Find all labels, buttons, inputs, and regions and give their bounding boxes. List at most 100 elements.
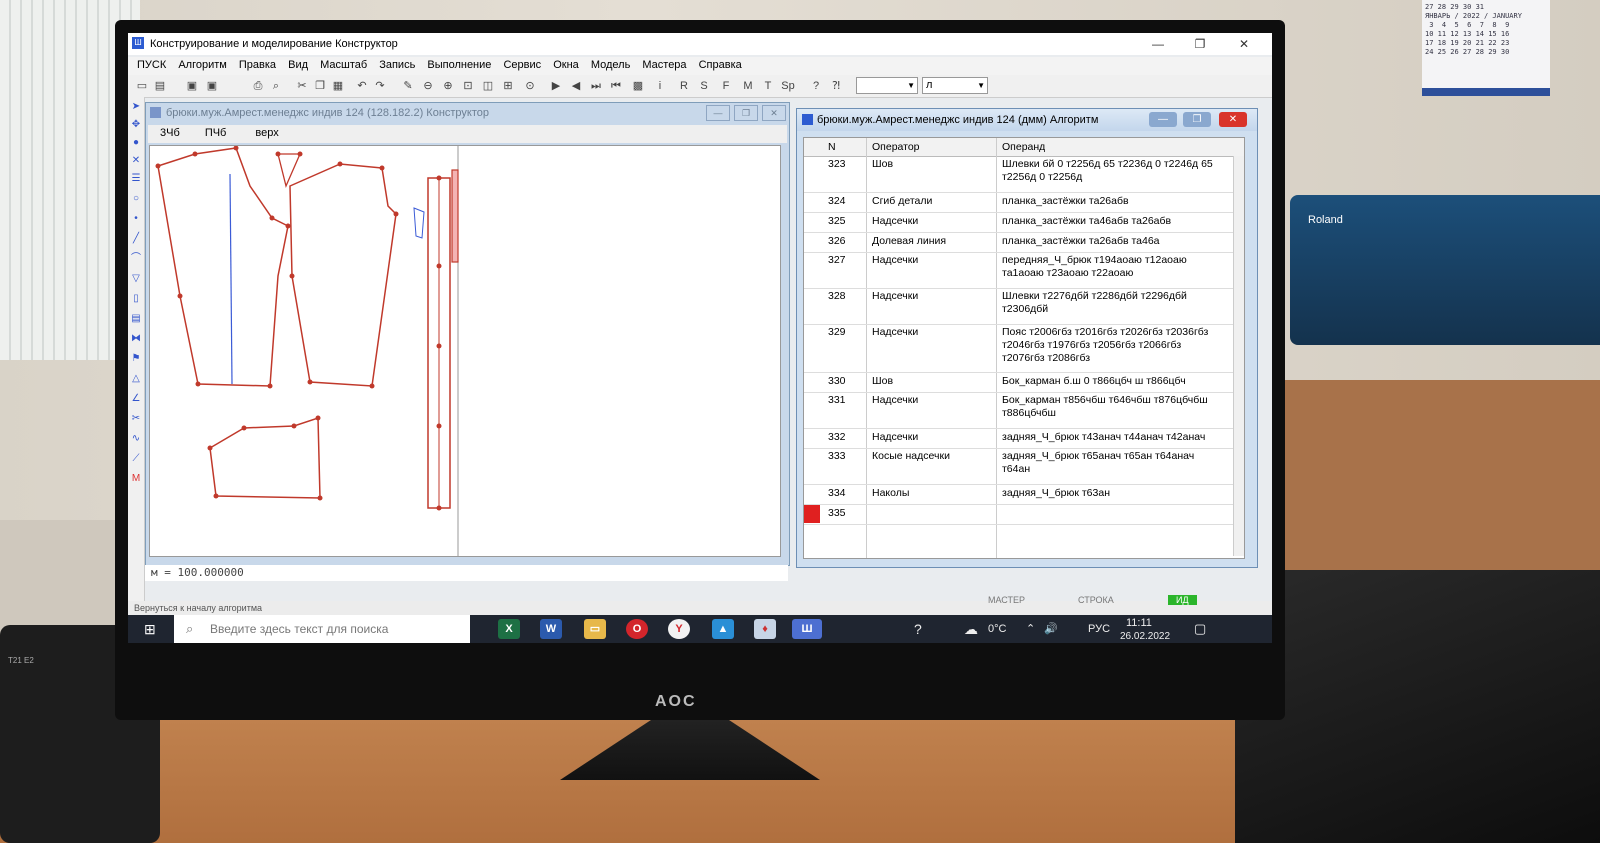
opera-icon[interactable]: O xyxy=(626,619,648,639)
help-icon[interactable]: ? xyxy=(914,615,922,643)
menu-start[interactable]: ПУСК xyxy=(137,59,166,71)
table-row[interactable]: 331 Надсечки Бок_карман т856чбш т646чбш … xyxy=(804,392,1234,429)
menu-wizards[interactable]: Мастера xyxy=(642,59,686,71)
minimize-button[interactable]: — xyxy=(706,105,730,121)
zoom-fit-icon[interactable]: ⊡ xyxy=(460,78,476,94)
tab-front[interactable]: 3Чб xyxy=(160,127,180,139)
table-row[interactable]: 329 Надсечки Пояс т2006гбз т2016гбз т202… xyxy=(804,324,1234,373)
menu-model[interactable]: Модель xyxy=(591,59,630,71)
sp-button[interactable]: Sp xyxy=(780,78,796,94)
notifications-icon[interactable]: ▢ xyxy=(1194,615,1206,643)
cad-app-icon[interactable]: Ш xyxy=(792,619,822,639)
help-icon[interactable]: ? xyxy=(808,78,824,94)
copy-icon[interactable]: ❐ xyxy=(312,78,328,94)
pencil-icon[interactable]: ✎ xyxy=(400,78,416,94)
table-row[interactable]: 323 Шов Шлевки бй 0 т2256д 65 т2236д 0 т… xyxy=(804,156,1234,193)
scissors-icon[interactable]: ✂ xyxy=(130,413,142,425)
menu-record[interactable]: Запись xyxy=(379,59,415,71)
minimize-button[interactable]: — xyxy=(1146,36,1170,52)
cross-icon[interactable]: ✕ xyxy=(130,155,142,167)
excel-icon[interactable]: X xyxy=(498,619,520,639)
curve-icon[interactable]: ∿ xyxy=(130,433,142,445)
table-row[interactable]: 330 Шов Бок_карман б.ш 0 т866цбч ш т866ц… xyxy=(804,372,1234,393)
t-button[interactable]: T xyxy=(760,78,776,94)
close-button[interactable]: ✕ xyxy=(1219,112,1247,127)
table-row[interactable]: 333 Косые надсечки задняя_Ч_брюк т65анач… xyxy=(804,448,1234,485)
maximize-button[interactable]: ❐ xyxy=(734,105,758,121)
menu-windows[interactable]: Окна xyxy=(553,59,579,71)
table-row[interactable]: 334 Наколы задняя_Ч_брюк т63ан xyxy=(804,484,1234,505)
paste-icon[interactable]: ▦ xyxy=(330,78,346,94)
photos-icon[interactable]: ▲ xyxy=(712,619,734,639)
go-to-start-icon[interactable]: ⏮ xyxy=(608,78,624,94)
save-icon[interactable]: ▣ xyxy=(184,78,200,94)
zoom-previous-icon[interactable]: ⊙ xyxy=(522,78,538,94)
redo-icon[interactable]: ↷ xyxy=(372,78,388,94)
print-preview-icon[interactable]: ⌕ xyxy=(268,78,284,94)
m-button[interactable]: M xyxy=(740,78,756,94)
zoom-in-icon[interactable]: ⊕ xyxy=(440,78,456,94)
model-icon[interactable]: ▩ xyxy=(630,78,646,94)
print-icon[interactable]: ⎙ xyxy=(250,78,266,94)
file-explorer-icon[interactable]: ▭ xyxy=(584,619,606,639)
table-row[interactable]: 328 Надсечки Шлевки т2276дбй т2286дбй т2… xyxy=(804,288,1234,325)
table-icon[interactable]: ▤ xyxy=(130,313,142,325)
select-icon[interactable]: ✥ xyxy=(130,119,142,131)
table-row[interactable]: 325 Надсечки планка_застёжки та46абв та2… xyxy=(804,212,1234,233)
triangle-icon[interactable]: △ xyxy=(130,373,142,385)
zoom-window-icon[interactable]: ◫ xyxy=(480,78,496,94)
s-button[interactable]: S xyxy=(696,78,712,94)
save-all-icon[interactable]: ▣ xyxy=(204,78,220,94)
combo-2[interactable]: л ▼ xyxy=(922,77,988,94)
r-button[interactable]: R xyxy=(676,78,692,94)
menu-view[interactable]: Вид xyxy=(288,59,308,71)
table-row[interactable]: 324 Сгиб детали планка_застёжки та26абв xyxy=(804,192,1234,213)
menu-edit[interactable]: Правка xyxy=(239,59,276,71)
mirror-icon[interactable]: ⧓ xyxy=(130,333,142,345)
menu-scale[interactable]: Масштаб xyxy=(320,59,367,71)
zoom-all-icon[interactable]: ⊞ xyxy=(500,78,516,94)
pointer-icon[interactable]: ➤ xyxy=(130,101,142,113)
open-folder-icon[interactable]: ▤ xyxy=(152,78,168,94)
tab-back[interactable]: ПЧб xyxy=(205,127,227,139)
menu-service[interactable]: Сервис xyxy=(503,59,541,71)
dot-icon[interactable]: • xyxy=(130,213,142,225)
minimize-button[interactable]: — xyxy=(1149,112,1177,127)
angle-icon[interactable]: ∠ xyxy=(130,393,142,405)
table-row[interactable]: 326 Долевая линия планка_застёжки та26аб… xyxy=(804,232,1234,253)
word-icon[interactable]: W xyxy=(540,619,562,639)
drawing-canvas[interactable] xyxy=(149,145,781,557)
maximize-button[interactable]: ❐ xyxy=(1188,36,1212,52)
new-file-icon[interactable]: ▭ xyxy=(134,78,150,94)
menu-execute[interactable]: Выполнение xyxy=(427,59,491,71)
table-row[interactable]: 327 Надсечки передняя_Ч_брюк т194аоаю т1… xyxy=(804,252,1234,289)
zoom-out-icon[interactable]: ⊖ xyxy=(420,78,436,94)
point-icon[interactable]: ● xyxy=(130,137,142,149)
mark-icon[interactable]: M xyxy=(130,473,142,485)
step-end-icon[interactable]: ⏭ xyxy=(588,78,604,94)
line-icon[interactable]: ╱ xyxy=(130,233,142,245)
context-help-icon[interactable]: ⁈ xyxy=(828,78,844,94)
taskbar-search[interactable]: ⌕ Введите здесь текст для поиска xyxy=(174,615,470,643)
circle-icon[interactable]: ○ xyxy=(130,193,142,205)
list-icon[interactable]: ☰ xyxy=(130,173,142,185)
windows-start-icon[interactable]: ⊞ xyxy=(144,621,156,638)
step-back-icon[interactable]: ◀ xyxy=(568,78,584,94)
vertical-scrollbar[interactable] xyxy=(1233,156,1244,556)
chevron-up-icon[interactable]: ⌃ xyxy=(1026,615,1035,643)
table-row[interactable]: 332 Надсечки задняя_Ч_брюк т43анач т44ан… xyxy=(804,428,1234,449)
undo-icon[interactable]: ↶ xyxy=(354,78,370,94)
f-button[interactable]: F xyxy=(718,78,734,94)
shape-icon[interactable]: ▽ xyxy=(130,273,142,285)
command-line[interactable]: м = 100.000000 xyxy=(145,565,788,581)
run-icon[interactable]: ▶ xyxy=(548,78,564,94)
menu-algorithm[interactable]: Алгоритм xyxy=(178,59,227,71)
close-button[interactable]: ✕ xyxy=(762,105,786,121)
combo-1[interactable]: ▼ xyxy=(856,77,918,94)
language-indicator[interactable]: РУС xyxy=(1088,615,1110,643)
maximize-button[interactable]: ❐ xyxy=(1183,112,1211,127)
frame-icon[interactable]: ▯ xyxy=(130,293,142,305)
tab-top[interactable]: верх xyxy=(255,127,278,139)
cut-icon[interactable]: ✂ xyxy=(294,78,310,94)
clock-date[interactable]: 26.02.2022 xyxy=(1120,623,1170,643)
